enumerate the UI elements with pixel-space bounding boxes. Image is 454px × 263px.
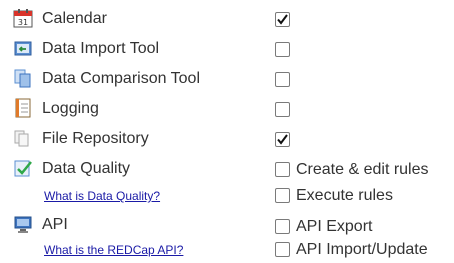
dq-execute-label: Execute rules (296, 187, 393, 204)
logging-checkbox[interactable] (275, 102, 290, 117)
data-import-label: Data Import Tool (42, 40, 160, 57)
right-row-data-comparison: Data Comparison Tool (0, 66, 454, 94)
file-repository-icon (12, 127, 34, 149)
data-comparison-checkbox[interactable] (275, 72, 290, 87)
data-quality-help-link[interactable]: What is Data Quality? (44, 189, 160, 203)
dq-create-edit-checkbox[interactable] (275, 162, 290, 177)
dq-create-edit-label: Create & edit rules (296, 161, 429, 178)
calendar-checkbox[interactable] (275, 12, 290, 27)
api-icon (12, 213, 34, 235)
svg-text:31: 31 (18, 18, 28, 27)
data-import-checkbox[interactable] (275, 42, 290, 57)
logging-label: Logging (42, 100, 99, 117)
right-row-logging: Logging (0, 96, 454, 124)
dq-execute-checkbox[interactable] (275, 188, 290, 203)
right-row-data-import: Data Import Tool (0, 36, 454, 64)
api-label: API (42, 216, 68, 233)
right-row-api: API What is the REDCap API? API Export A… (0, 212, 454, 262)
data-quality-icon (12, 157, 34, 179)
data-comparison-label: Data Comparison Tool (42, 70, 201, 87)
file-repository-label: File Repository (42, 130, 149, 147)
logging-icon (12, 97, 34, 119)
right-row-data-quality: Data Quality What is Data Quality? Creat… (0, 156, 454, 208)
file-repository-checkbox[interactable] (275, 132, 290, 147)
data-quality-label: Data Quality (42, 160, 131, 177)
import-icon (12, 37, 34, 59)
calendar-icon: 31 (12, 7, 34, 29)
api-import-update-checkbox[interactable] (275, 242, 290, 257)
calendar-label: Calendar (42, 10, 107, 27)
api-import-update-label: API Import/Update (296, 241, 428, 258)
right-row-calendar: 31 Calendar (0, 6, 454, 34)
api-export-label: API Export (296, 218, 373, 235)
compare-icon (12, 67, 34, 89)
right-row-file-repository: File Repository (0, 126, 454, 154)
api-help-link[interactable]: What is the REDCap API? (44, 243, 183, 257)
api-export-checkbox[interactable] (275, 219, 290, 234)
